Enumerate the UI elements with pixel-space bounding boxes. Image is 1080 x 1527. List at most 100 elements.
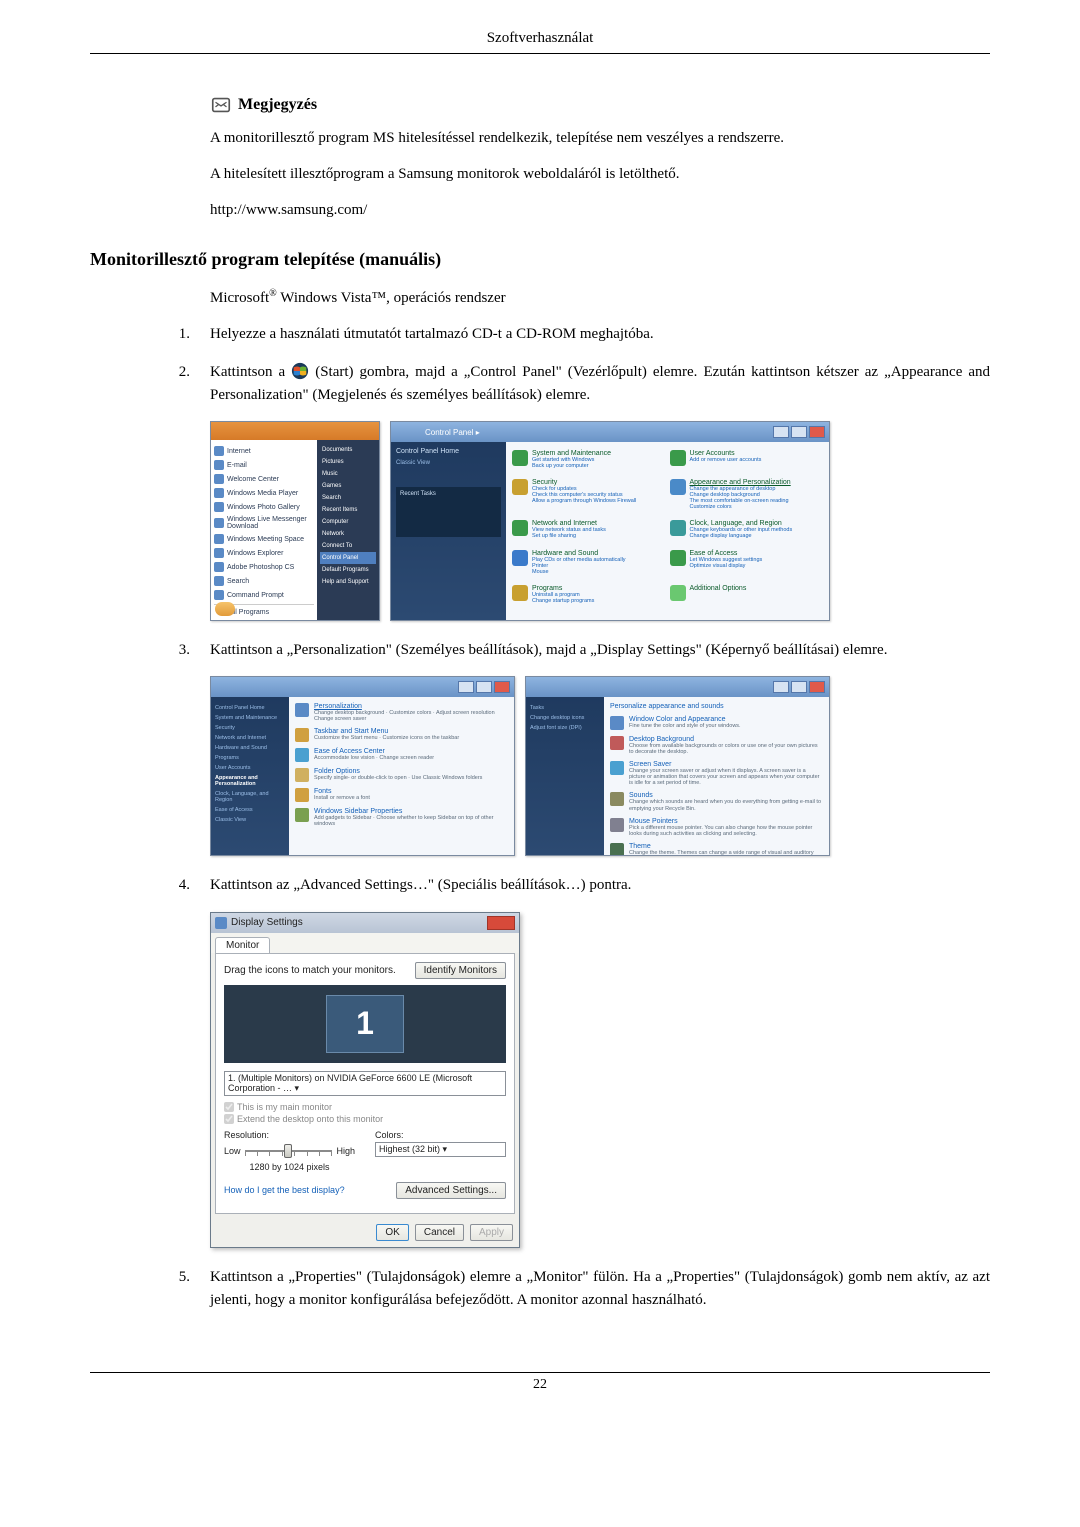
sidebar-item: Hardware and Sound: [215, 743, 285, 753]
reg-mark: ®: [269, 288, 277, 299]
tab-monitor[interactable]: Monitor: [215, 937, 270, 953]
main-monitor-check: This is my main monitor: [224, 1102, 506, 1112]
step-text: Kattintson az „Advanced Settings…" (Spec…: [210, 874, 990, 897]
control-panel-item: Additional Options: [670, 585, 824, 612]
sidebar-item: Appearance and Personalization: [215, 773, 285, 789]
control-panel-screenshot: Control Panel ▸ Control Panel Home Class…: [390, 421, 830, 621]
ok-button[interactable]: OK: [376, 1224, 408, 1241]
figure-3: Display Settings Monitor Drag the icons …: [210, 912, 990, 1248]
personalization-item: Mouse PointersPick a different mouse poi…: [610, 818, 823, 837]
note-block: Megjegyzés A monitorillesztő program MS …: [210, 94, 990, 221]
step-text: Kattintson a „Properties" (Tulajdonságok…: [210, 1266, 990, 1313]
subhead-prefix: Microsoft: [210, 290, 269, 306]
step-text: Kattintson a „Personalization" (Személye…: [210, 639, 990, 662]
sidebar-item: Adjust font size (DPI): [530, 723, 600, 733]
os-subhead: Microsoft® Windows Vista™, operációs ren…: [210, 288, 990, 307]
start-menu-right-item: Help and Support: [320, 576, 376, 588]
appearance-item: Windows Sidebar PropertiesAdd gadgets to…: [295, 808, 508, 827]
start-menu-right-item: Network: [320, 528, 376, 540]
start-menu-item: Adobe Photoshop CS: [214, 560, 314, 574]
step-number: 1.: [166, 323, 190, 346]
step-list: 3. Kattintson a „Personalization" (Szemé…: [166, 639, 990, 662]
apply-button: Apply: [470, 1224, 513, 1241]
start-menu-right-item: Computer: [320, 516, 376, 528]
appearance-item: Taskbar and Start MenuCustomize the Star…: [295, 728, 508, 742]
control-panel-item: Hardware and SoundPlay CDs or other medi…: [512, 550, 666, 583]
control-panel-item: Network and InternetView network status …: [512, 520, 666, 547]
note-line-2: A hitelesített illesztőprogram a Samsung…: [210, 164, 990, 186]
step-number: 4.: [166, 874, 190, 897]
start-menu-right-item: Search: [320, 492, 376, 504]
figure-2: Control Panel HomeSystem and Maintenance…: [210, 676, 990, 856]
appearance-screenshot: Control Panel HomeSystem and Maintenance…: [210, 676, 515, 856]
step-number: 5.: [166, 1266, 190, 1313]
colors-label: Colors:: [375, 1130, 506, 1140]
step-list: 1. Helyezze a használati útmutatót tarta…: [166, 323, 990, 407]
sidebar-item: Ease of Access: [215, 805, 285, 815]
start-menu-right-item: Documents: [320, 444, 376, 456]
step-number: 2.: [166, 361, 190, 408]
appearance-item: Folder OptionsSpecify single- or double-…: [295, 768, 508, 782]
close-icon[interactable]: [487, 916, 515, 930]
start-menu-item: Windows Photo Gallery: [214, 500, 314, 514]
step-number: 3.: [166, 639, 190, 662]
start-menu-item: Windows Meeting Space: [214, 532, 314, 546]
resolution-slider[interactable]: [245, 1142, 333, 1160]
sidebar-item: Clock, Language, and Region: [215, 789, 285, 805]
start-menu-item: E-mail: [214, 458, 314, 472]
personalization-item: Desktop BackgroundChoose from available …: [610, 736, 823, 755]
cancel-button[interactable]: Cancel: [415, 1224, 464, 1241]
sidebar-item: Control Panel Home: [215, 703, 285, 713]
start-menu-item: Internet: [214, 444, 314, 458]
dialog-title: Display Settings: [231, 917, 483, 928]
advanced-settings-button[interactable]: Advanced Settings...: [396, 1182, 506, 1199]
note-line-1: A monitorillesztő program MS hitelesítés…: [210, 128, 990, 150]
subhead-rest: Windows Vista™, operációs rendszer: [277, 290, 506, 306]
sidebar-item: Programs: [215, 753, 285, 763]
start-menu-right-item: Recent Items: [320, 504, 376, 516]
step-list: 4. Kattintson az „Advanced Settings…" (S…: [166, 874, 990, 897]
help-link[interactable]: How do I get the best display?: [224, 1185, 345, 1195]
personalization-screenshot: TasksChange desktop iconsAdjust font siz…: [525, 676, 830, 856]
start-menu-right-item: Connect To: [320, 540, 376, 552]
start-menu-item: Windows Live Messenger Download: [214, 514, 314, 532]
start-menu-right-item: Default Programs: [320, 564, 376, 576]
monitor-select[interactable]: 1. (Multiple Monitors) on NVIDIA GeForce…: [224, 1071, 506, 1096]
start-menu-right-item: Pictures: [320, 456, 376, 468]
check-label: This is my main monitor: [237, 1102, 332, 1112]
start-menu-right-item: Control Panel: [320, 552, 376, 564]
start-orb-icon: [291, 362, 309, 380]
sidebar-item: Change desktop icons: [530, 713, 600, 723]
personalization-item: Window Color and AppearanceFine tune the…: [610, 716, 823, 730]
step-list: 5. Kattintson a „Properties" (Tulajdonsá…: [166, 1266, 990, 1313]
figure-1: InternetE-mailWelcome CenterWindows Medi…: [210, 421, 990, 621]
display-settings-dialog: Display Settings Monitor Drag the icons …: [210, 912, 520, 1248]
page-header: Szoftverhasználat: [90, 30, 990, 54]
slider-low: Low: [224, 1146, 241, 1156]
monitor-preview[interactable]: 1: [326, 995, 404, 1053]
start-menu-right-item: Games: [320, 480, 376, 492]
dialog-icon: [215, 917, 227, 929]
extend-desktop-check: Extend the desktop onto this monitor: [224, 1114, 506, 1124]
appearance-item: FontsInstall or remove a font: [295, 788, 508, 802]
control-panel-item: User AccountsAdd or remove user accounts: [670, 450, 824, 477]
sidebar-item: Security: [215, 723, 285, 733]
control-panel-item: ProgramsUninstall a programChange startu…: [512, 585, 666, 612]
identify-monitors-button[interactable]: Identify Monitors: [415, 962, 506, 979]
personalization-item: SoundsChange which sounds are heard when…: [610, 792, 823, 811]
note-link: http://www.samsung.com/: [210, 200, 990, 222]
start-menu-item: Search: [214, 574, 314, 588]
check-label: Extend the desktop onto this monitor: [237, 1114, 383, 1124]
control-panel-item: Ease of AccessLet Windows suggest settin…: [670, 550, 824, 583]
page-number: 22: [90, 1377, 990, 1393]
colors-select[interactable]: Highest (32 bit) ▾: [375, 1142, 506, 1157]
start-menu-item: Windows Media Player: [214, 486, 314, 500]
recent-tasks-box: Recent Tasks: [396, 487, 501, 537]
sidebar-item: Classic View: [215, 815, 285, 825]
sidebar-item: Network and Internet: [215, 733, 285, 743]
checkbox: [224, 1102, 234, 1112]
nav-head: Control Panel Home: [396, 448, 501, 455]
start-menu-screenshot: InternetE-mailWelcome CenterWindows Medi…: [210, 421, 380, 621]
note-icon: [210, 94, 232, 116]
step-text: Kattintson a (Start) gombra, majd a „Con…: [210, 361, 990, 408]
